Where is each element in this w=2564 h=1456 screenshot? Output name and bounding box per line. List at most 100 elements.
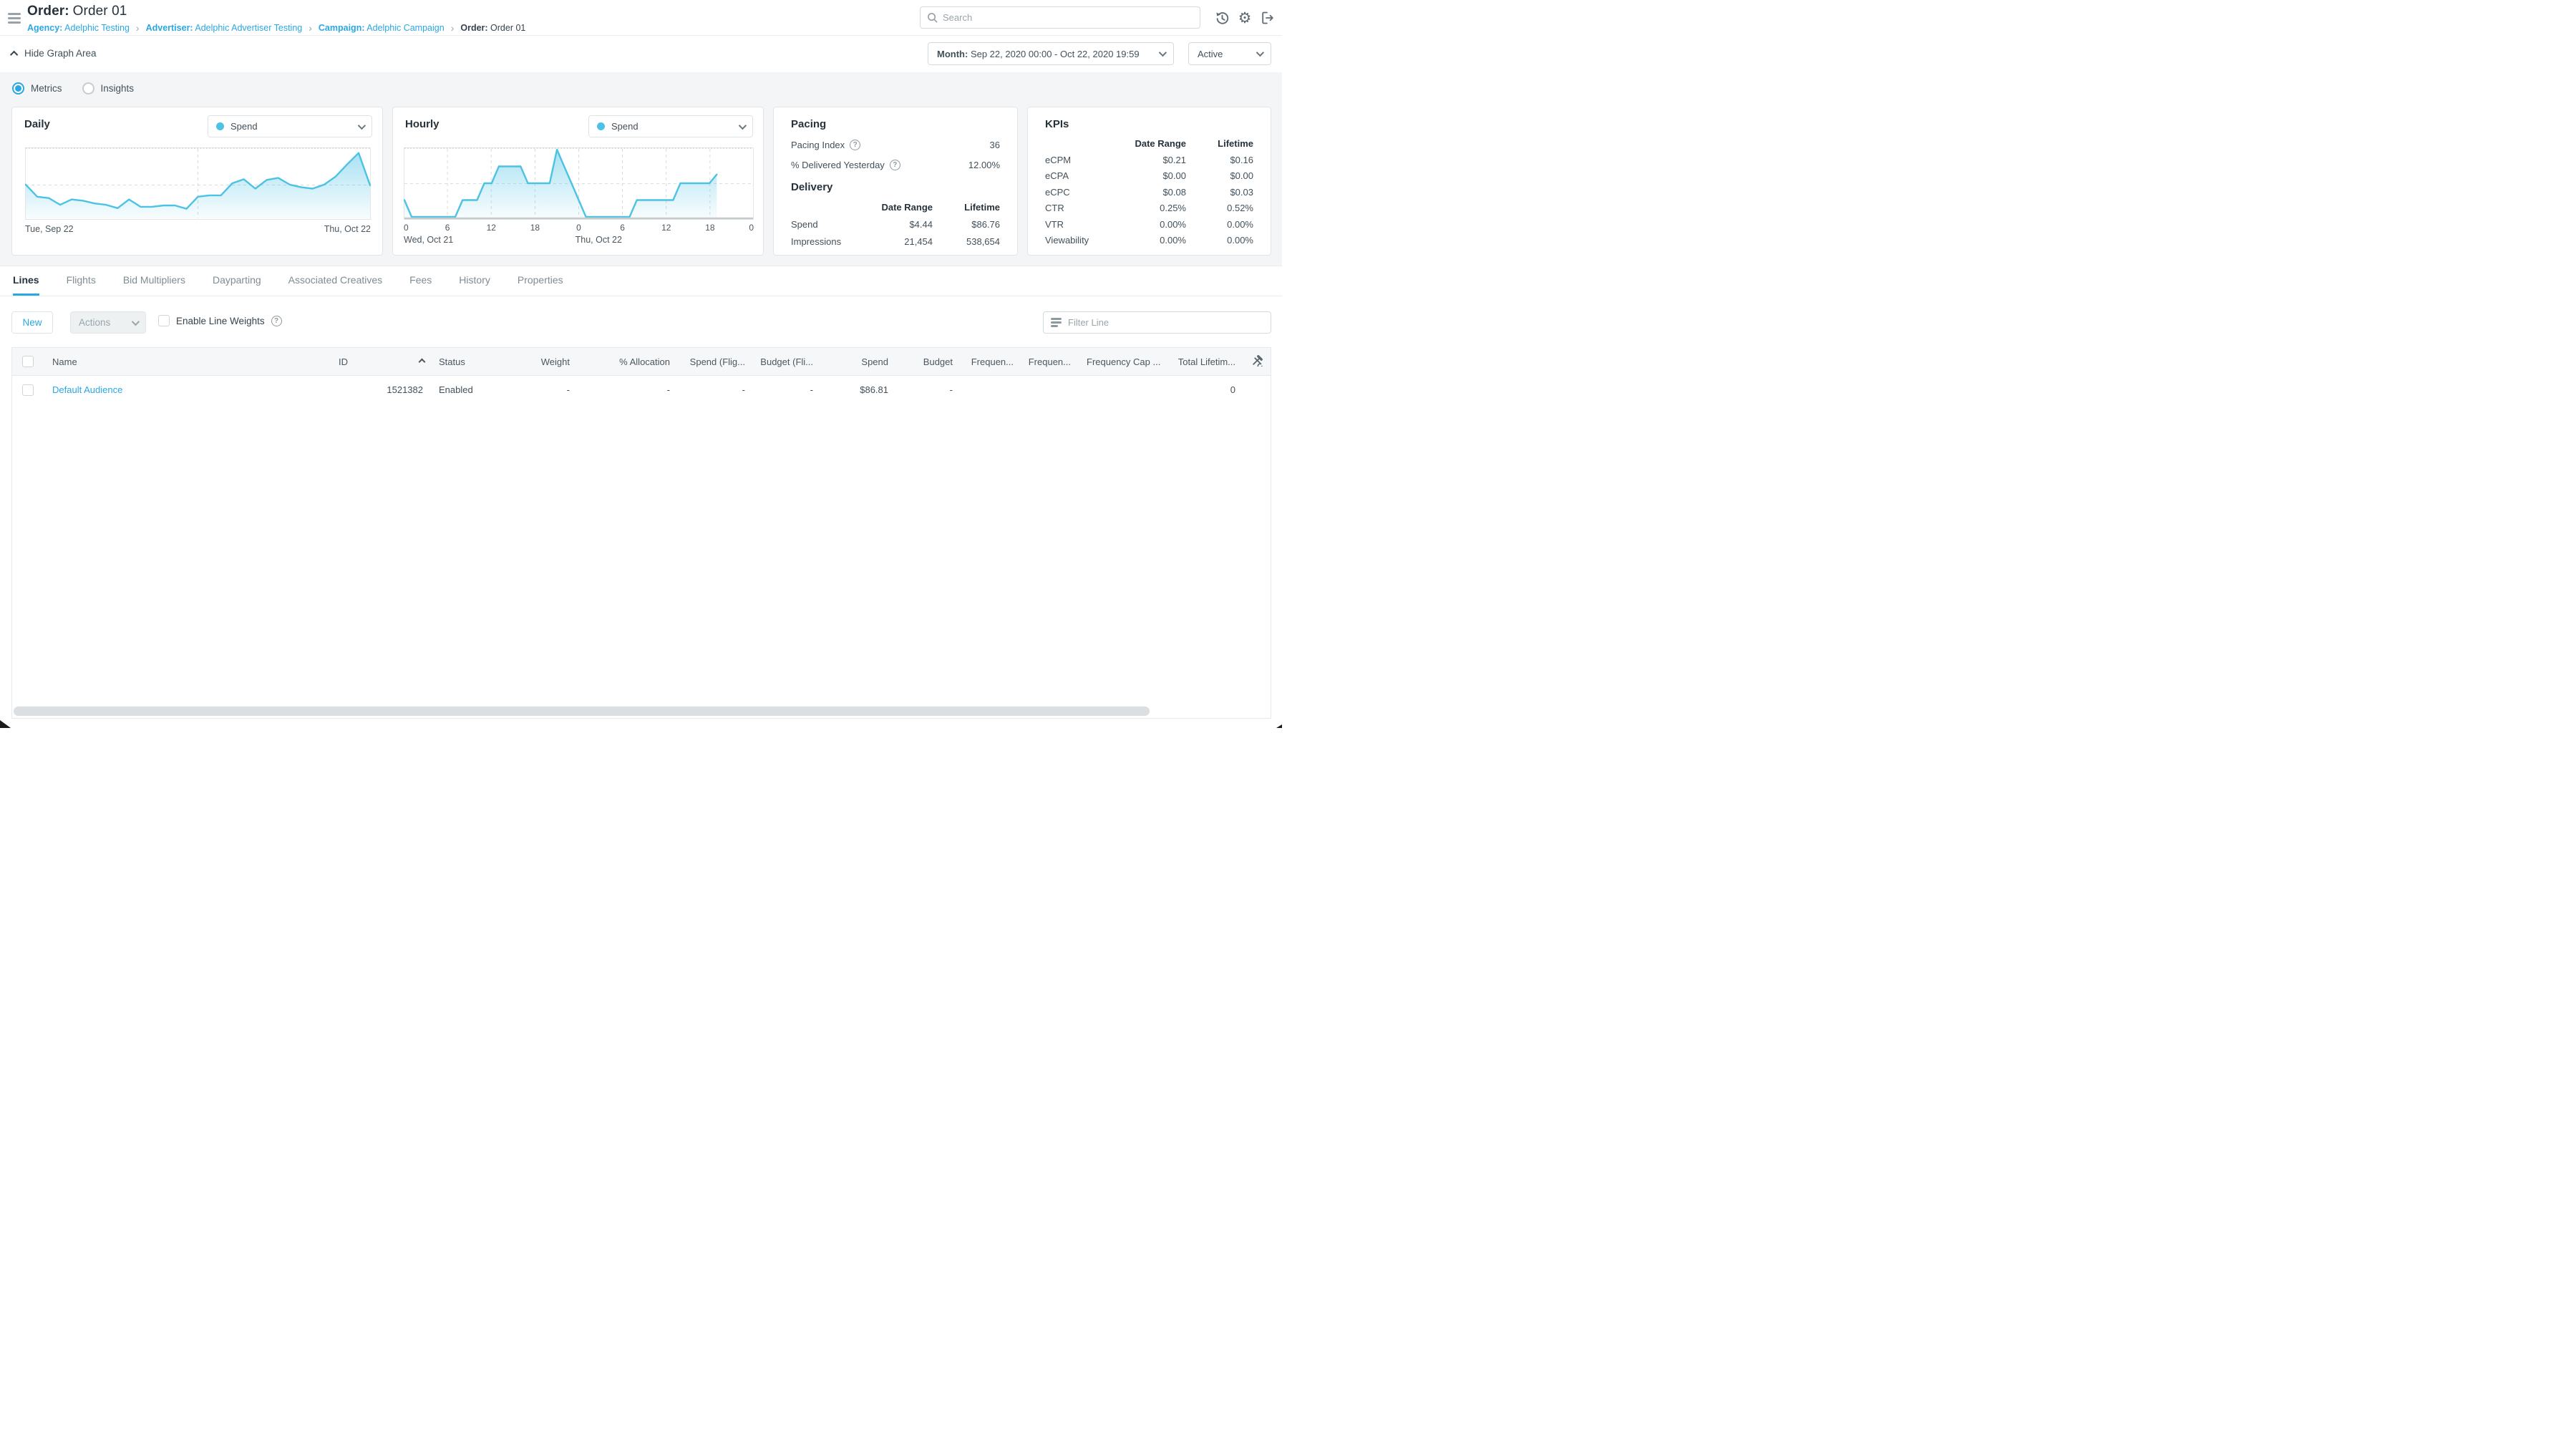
breadcrumb-item[interactable]: Campaign: Adelphic Campaign — [319, 23, 445, 33]
tab-bar: Lines Flights Bid Multipliers Dayparting Ass… — [0, 266, 1282, 296]
column-settings-icon[interactable] — [1243, 354, 1271, 369]
kpi-row: Viewability0.00%0.00% — [1045, 235, 1253, 246]
hourly-chart-title: Hourly — [405, 118, 440, 130]
status-filter-dropdown[interactable]: Active — [1188, 42, 1271, 65]
column-header-freq_2[interactable]: Frequen... — [1021, 356, 1078, 367]
hourly-chart-plot — [404, 147, 754, 223]
tab-history[interactable]: History — [459, 274, 490, 296]
tab-lines[interactable]: Lines — [13, 274, 39, 296]
hourly-date-labels: Wed, Oct 21 Thu, Oct 22 — [404, 235, 754, 246]
column-header-pct_allocation[interactable]: % Allocation — [577, 356, 677, 367]
hourly-x-ticks: 0612180612180 — [404, 223, 754, 233]
search-box[interactable] — [920, 6, 1200, 29]
line-name-link[interactable]: Default Audience — [52, 384, 122, 395]
column-header-checkbox[interactable] — [12, 356, 44, 368]
column-header-id[interactable]: ID — [330, 356, 430, 367]
line-weights-control: Enable Line Weights ? — [158, 315, 282, 326]
filter-line-input[interactable] — [1068, 317, 1263, 328]
kpi-row-date-range: 0.00% — [1115, 235, 1186, 246]
tab-associated-creatives[interactable]: Associated Creatives — [288, 274, 383, 296]
column-header-freq_1[interactable]: Frequen... — [960, 356, 1021, 367]
chevron-down-icon — [739, 121, 747, 129]
daily-x-labels: Tue, Sep 22 Thu, Oct 22 — [25, 224, 371, 234]
column-header-budget[interactable]: Budget — [895, 356, 960, 367]
kpi-row-label: VTR — [1045, 219, 1115, 230]
help-icon[interactable]: ? — [850, 140, 860, 150]
daily-metric-dropdown[interactable]: Spend — [208, 115, 372, 137]
cell-checkbox — [12, 384, 44, 396]
spend-legend-dot — [597, 122, 605, 130]
chevron-down-icon — [358, 121, 366, 129]
column-header-spend_flight[interactable]: Spend (Flig... — [677, 356, 752, 367]
hide-graph-toggle[interactable]: Hide Graph Area — [12, 48, 97, 59]
radio-insights[interactable]: Insights — [82, 82, 135, 94]
screen-corner-artifact-left — [0, 720, 11, 728]
pacing-rows: Pacing Index?36% Delivered Yesterday?12.… — [791, 140, 1000, 170]
date-range-value: Sep 22, 2020 00:00 - Oct 22, 2020 19:59 — [971, 49, 1140, 59]
pacing-row-value: 36 — [990, 140, 1000, 150]
column-header-weight[interactable]: Weight — [520, 356, 577, 367]
history-icon[interactable] — [1214, 9, 1230, 26]
kpi-row-date-range: 0.25% — [1115, 203, 1186, 213]
scrollbar-thumb[interactable] — [14, 707, 1150, 716]
kpi-row-lifetime: 0.00% — [1186, 219, 1253, 230]
kpi-row-lifetime: $0.03 — [1186, 187, 1253, 198]
enable-line-weights-checkbox[interactable] — [158, 315, 170, 326]
kpi-row-label: CTR — [1045, 203, 1115, 213]
hourly-metric-dropdown[interactable]: Spend — [588, 115, 753, 137]
help-icon[interactable]: ? — [271, 316, 282, 326]
kpi-rows: eCPM$0.21$0.16eCPA$0.00$0.00eCPC$0.08$0.… — [1045, 155, 1253, 246]
kpi-row: eCPC$0.08$0.03 — [1045, 187, 1253, 198]
column-header-budget_flight[interactable]: Budget (Fli... — [752, 356, 820, 367]
date-range-dropdown[interactable]: Month: Sep 22, 2020 00:00 - Oct 22, 2020… — [928, 42, 1174, 65]
actions-dropdown[interactable]: Actions — [70, 311, 146, 334]
kpis-panel: KPIs Date Range Lifetime eCPM$0.21$0.16e… — [1027, 107, 1271, 256]
tab-bid-multipliers[interactable]: Bid Multipliers — [123, 274, 185, 296]
tab-dayparting[interactable]: Dayparting — [213, 274, 261, 296]
breadcrumb: Agency: Adelphic Testing›Advertiser: Ade… — [27, 22, 525, 34]
delivery-title: Delivery — [791, 181, 1000, 193]
kpi-row-date-range: $0.00 — [1115, 170, 1186, 181]
radio-metrics[interactable]: Metrics — [12, 82, 62, 94]
gear-icon[interactable]: ⚙ — [1237, 9, 1253, 26]
column-header-name[interactable]: Name — [44, 356, 330, 367]
menu-icon[interactable] — [8, 13, 22, 26]
hourly-tick-label: 0 — [404, 223, 409, 233]
kpis-col-date-range: Date Range — [1115, 138, 1186, 149]
column-header-freq_cap[interactable]: Frequency Cap ... — [1078, 356, 1167, 367]
new-button[interactable]: New — [11, 311, 53, 334]
hourly-chart-panel: Hourly Spend 0612180612180 Wed, Oct 21 T… — [392, 107, 764, 256]
kpi-row-date-range: $0.08 — [1115, 187, 1186, 198]
delivery-row-label: Impressions — [791, 236, 861, 247]
status-filter-value: Active — [1198, 49, 1223, 59]
row-checkbox[interactable] — [22, 384, 34, 396]
pacing-title: Pacing — [791, 118, 1000, 130]
sign-out-icon[interactable] — [1260, 9, 1276, 26]
daily-x-end: Thu, Oct 22 — [324, 224, 371, 234]
pacing-row-value: 12.00% — [968, 160, 1000, 170]
tab-flights[interactable]: Flights — [67, 274, 96, 296]
page-title: Order:Order 01 — [27, 4, 525, 19]
search-input[interactable] — [943, 12, 1193, 23]
lines-table: NameIDStatusWeight% AllocationSpend (Fli… — [11, 347, 1271, 719]
tab-properties[interactable]: Properties — [518, 274, 563, 296]
column-header-status[interactable]: Status — [430, 356, 520, 367]
cell-budget_flight: - — [752, 384, 820, 395]
hourly-date-mid: Thu, Oct 22 — [576, 235, 622, 245]
breadcrumb-item[interactable]: Agency: Adelphic Testing — [27, 23, 130, 33]
breadcrumb-item[interactable]: Advertiser: Adelphic Advertiser Testing — [146, 23, 303, 33]
column-header-total_lifetime[interactable]: Total Lifetim... — [1167, 356, 1243, 367]
select-all-checkbox[interactable] — [22, 356, 34, 367]
table-row: Default Audience1521382Enabled----$86.81… — [12, 376, 1271, 404]
chevron-down-icon — [132, 317, 140, 325]
column-header-spend[interactable]: Spend — [820, 356, 895, 367]
tab-fees[interactable]: Fees — [409, 274, 432, 296]
hourly-tick-label: 12 — [661, 223, 671, 233]
search-icon — [927, 12, 938, 23]
table-header-row: NameIDStatusWeight% AllocationSpend (Fli… — [12, 348, 1271, 376]
kpis-title: KPIs — [1045, 118, 1253, 130]
pacing-panel: Pacing Pacing Index?36% Delivered Yester… — [773, 107, 1018, 256]
filter-line-box[interactable] — [1043, 311, 1271, 334]
help-icon[interactable]: ? — [890, 160, 900, 170]
delivery-row-date-range: $4.44 — [861, 219, 933, 230]
